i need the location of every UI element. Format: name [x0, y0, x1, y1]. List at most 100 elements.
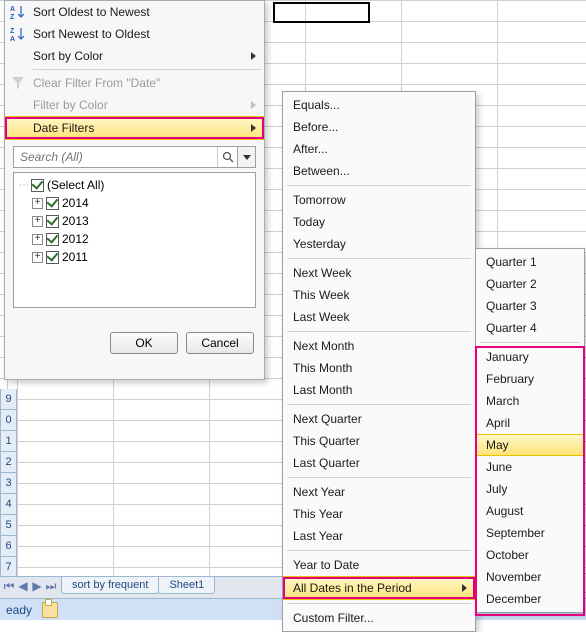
status-text: eady [6, 603, 32, 617]
search-box [13, 146, 256, 168]
tree-label: 2013 [62, 214, 89, 228]
period-september[interactable]: September [476, 522, 584, 544]
checkbox[interactable] [46, 251, 59, 264]
filter-last-month[interactable]: Last Month [283, 379, 475, 401]
checkbox[interactable] [31, 179, 44, 192]
filter-after[interactable]: After... [283, 138, 475, 160]
period-june[interactable]: June [476, 456, 584, 478]
checkbox[interactable] [46, 233, 59, 246]
tree-item-year[interactable]: + 2014 [18, 194, 251, 212]
sheet-tab[interactable]: Sheet1 [158, 577, 215, 594]
filter-equals[interactable]: Equals... [283, 94, 475, 116]
sort-asc-icon: AZ [10, 4, 26, 20]
sort-newest-to-oldest[interactable]: ZA Sort Newest to Oldest [5, 23, 264, 45]
row-header[interactable]: 5 [0, 515, 17, 536]
autofilter-dropdown: AZ Sort Oldest to Newest ZA Sort Newest … [4, 0, 265, 380]
checkbox[interactable] [46, 197, 59, 210]
menu-separator [287, 603, 471, 604]
date-filters[interactable]: Date Filters [5, 116, 264, 140]
caret-down-icon [243, 155, 251, 160]
period-april[interactable]: April [476, 412, 584, 434]
expand-icon[interactable]: + [32, 252, 43, 263]
filter-before[interactable]: Before... [283, 116, 475, 138]
menu-separator [287, 550, 471, 551]
expand-icon[interactable]: + [32, 198, 43, 209]
filter-all-dates-in-period[interactable]: All Dates in the Period [283, 576, 475, 600]
row-header[interactable]: 3 [0, 473, 17, 494]
svg-text:A: A [10, 6, 15, 13]
period-november[interactable]: November [476, 566, 584, 588]
period-q4[interactable]: Quarter 4 [476, 317, 584, 339]
tree-item-year[interactable]: + 2013 [18, 212, 251, 230]
tab-nav-last-icon[interactable]: ⏭ [45, 579, 57, 593]
filter-yesterday[interactable]: Yesterday [283, 233, 475, 255]
filter-next-week[interactable]: Next Week [283, 262, 475, 284]
menu-label: Sort Newest to Oldest [33, 27, 150, 41]
period-december[interactable]: December [476, 588, 584, 610]
tab-nav-prev-icon[interactable]: ◀ [17, 579, 29, 593]
row-header[interactable]: 7 [0, 557, 17, 578]
svg-text:Z: Z [10, 28, 15, 35]
menu-label: Filter by Color [33, 98, 108, 112]
tree-item-select-all[interactable]: ⋯ (Select All) [18, 176, 251, 194]
search-input[interactable] [14, 147, 217, 167]
filter-custom[interactable]: Custom Filter... [283, 607, 475, 629]
checkbox[interactable] [46, 215, 59, 228]
period-submenu: Quarter 1 Quarter 2 Quarter 3 Quarter 4 … [475, 248, 585, 613]
filter-this-year[interactable]: This Year [283, 503, 475, 525]
period-q2[interactable]: Quarter 2 [476, 273, 584, 295]
filter-this-quarter[interactable]: This Quarter [283, 430, 475, 452]
search-icon[interactable] [217, 147, 237, 167]
row-header[interactable]: 9 [0, 389, 17, 410]
period-march[interactable]: March [476, 390, 584, 412]
filter-this-month[interactable]: This Month [283, 357, 475, 379]
expand-icon[interactable]: + [32, 234, 43, 245]
submenu-arrow-icon [251, 52, 256, 60]
menu-separator [33, 69, 262, 70]
search-scope-dropdown[interactable] [237, 147, 255, 167]
filter-last-quarter[interactable]: Last Quarter [283, 452, 475, 474]
menu-separator [287, 331, 471, 332]
macro-record-icon[interactable] [42, 602, 58, 618]
tree-item-year[interactable]: + 2011 [18, 248, 251, 266]
period-october[interactable]: October [476, 544, 584, 566]
period-q3[interactable]: Quarter 3 [476, 295, 584, 317]
filter-this-week[interactable]: This Week [283, 284, 475, 306]
sort-oldest-to-newest[interactable]: AZ Sort Oldest to Newest [5, 1, 264, 23]
period-january[interactable]: January [476, 346, 584, 368]
expand-icon[interactable]: + [32, 216, 43, 227]
filter-tree[interactable]: ⋯ (Select All) + 2014 + 2013 + 2012 + 20… [13, 172, 256, 308]
tree-label: (Select All) [47, 178, 104, 192]
tab-nav-next-icon[interactable]: ▶ [31, 579, 43, 593]
tree-item-year[interactable]: + 2012 [18, 230, 251, 248]
filter-today[interactable]: Today [283, 211, 475, 233]
menu-separator [480, 342, 580, 343]
period-may[interactable]: May [476, 434, 584, 456]
filter-by-color: Filter by Color [5, 94, 264, 116]
filter-next-quarter[interactable]: Next Quarter [283, 408, 475, 430]
filter-last-year[interactable]: Last Year [283, 525, 475, 547]
active-cell[interactable] [273, 2, 370, 23]
sort-by-color[interactable]: Sort by Color [5, 45, 264, 67]
filter-next-year[interactable]: Next Year [283, 481, 475, 503]
filter-next-month[interactable]: Next Month [283, 335, 475, 357]
period-q1[interactable]: Quarter 1 [476, 251, 584, 273]
period-august[interactable]: August [476, 500, 584, 522]
ok-button[interactable]: OK [110, 332, 178, 354]
menu-separator [287, 258, 471, 259]
filter-tomorrow[interactable]: Tomorrow [283, 189, 475, 211]
row-header[interactable]: 1 [0, 431, 17, 452]
row-header[interactable]: 6 [0, 536, 17, 557]
sheet-tab[interactable]: sort by frequent [61, 577, 159, 594]
row-header[interactable]: 0 [0, 410, 17, 431]
filter-year-to-date[interactable]: Year to Date [283, 554, 475, 576]
period-february[interactable]: February [476, 368, 584, 390]
menu-separator [287, 477, 471, 478]
row-header[interactable]: 2 [0, 452, 17, 473]
tab-nav-first-icon[interactable]: ⏮ [3, 579, 15, 593]
cancel-button[interactable]: Cancel [186, 332, 254, 354]
filter-last-week[interactable]: Last Week [283, 306, 475, 328]
period-july[interactable]: July [476, 478, 584, 500]
row-header[interactable]: 4 [0, 494, 17, 515]
filter-between[interactable]: Between... [283, 160, 475, 182]
